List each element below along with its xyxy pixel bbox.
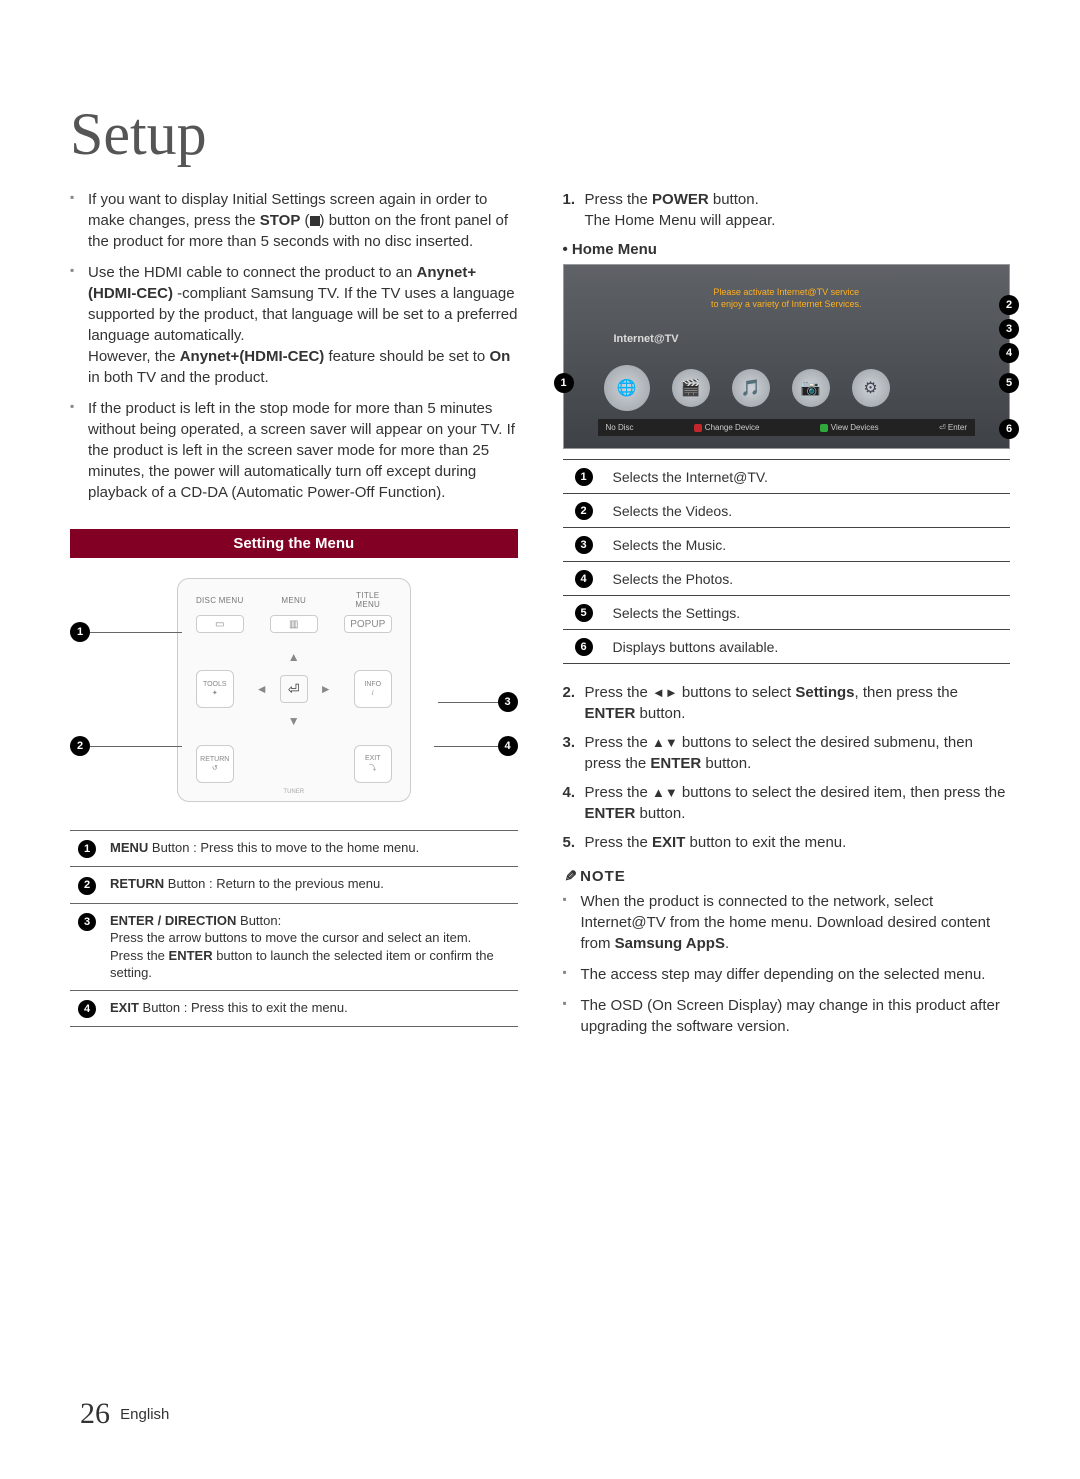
step-3: 3. Press the ▲▼ buttons to select the de… [563,732,1011,774]
img-callout-6: 6 [999,419,1019,439]
home-legend-table: 1Selects the Internet@TV. 2Selects the V… [563,459,1011,664]
table-row: 4Selects the Photos. [563,562,1011,596]
steps-list: 1. Press the POWER button. The Home Menu… [563,189,1011,231]
step-4: 4. Press the ▲▼ buttons to select the de… [563,782,1011,824]
img-callout-4: 4 [999,343,1019,363]
info-button: INFOi [354,670,392,708]
arrow-up-icon: ▲ [282,645,306,669]
right-column: 1. Press the POWER button. The Home Menu… [563,189,1011,1047]
enter-icon: ⏎ [939,423,948,432]
bullet-3: If the product is left in the stop mode … [70,398,518,503]
callout-3: 3 [498,692,518,712]
arrow-right-icon: ► [314,677,338,701]
table-row: 5Selects the Settings. [563,596,1011,630]
home-icons-row: 🌐 🎬 🎵 📷 ⚙ [604,365,970,411]
arrow-left-icon: ◄ [250,677,274,701]
table-row: 4 EXIT Button : Press this to exit the m… [70,991,518,1027]
step-5: 5. Press the EXIT button to exit the men… [563,832,1011,853]
step-1: 1. Press the POWER button. The Home Menu… [563,189,1011,231]
activation-message: Please activate Internet@TV service to e… [670,287,902,310]
menu-button: ▥ [270,615,318,633]
tools-button: TOOLS✦ [196,670,234,708]
note-heading: NOTE [563,867,1011,885]
table-row: 3Selects the Music. [563,528,1011,562]
title-menu-button: POPUP [344,615,392,633]
internet-tv-label: Internet@TV [614,333,679,345]
note-3: The OSD (On Screen Display) may change i… [563,995,1011,1037]
section-heading: Setting the Menu [70,529,518,558]
table-row: 2Selects the Videos. [563,494,1011,528]
img-callout-3: 3 [999,319,1019,339]
img-callout-5: 5 [999,373,1019,393]
callout-2: 2 [70,736,90,756]
steps-list-2: 2. Press the ◄► buttons to select Settin… [563,682,1011,853]
home-menu-screenshot: Please activate Internet@TV service to e… [563,264,1011,449]
table-row: 6Displays buttons available. [563,630,1011,664]
page: Setup If you want to display Initial Set… [0,0,1080,1479]
videos-icon: 🎬 [672,369,710,407]
page-footer: 26 English [80,1397,169,1431]
remote-body: DISC MENU MENU TITLE MENU ▭ ▥ POPUP TOOL… [177,578,411,802]
img-callout-1: 1 [554,373,574,393]
note-bullets: When the product is connected to the net… [563,891,1011,1037]
internet-tv-icon: 🌐 [604,365,650,411]
content-columns: If you want to display Initial Settings … [70,189,1010,1047]
note-1: When the product is connected to the net… [563,891,1011,954]
settings-icon: ⚙ [852,369,890,407]
disc-menu-button: ▭ [196,615,244,633]
bullet-1: If you want to display Initial Settings … [70,189,518,252]
table-row: 3 ENTER / DIRECTION Button: Press the ar… [70,903,518,990]
table-row: 1Selects the Internet@TV. [563,460,1011,494]
home-bottom-bar: No Disc Change Device View Devices ⏎ Ent… [598,419,976,436]
arrow-down-icon: ▼ [282,709,306,733]
callout-4: 4 [498,736,518,756]
photos-icon: 📷 [792,369,830,407]
dpad: ▲ ▼ ◄ ► ⏎ [244,639,344,739]
remote-diagram: 1 3 2 4 DISC MENU MENU TITLE MENU ▭ ▥ [70,558,518,812]
red-button-icon [694,424,702,432]
table-row: 1 MENU Button : Press this to move to th… [70,831,518,867]
intro-bullets: If you want to display Initial Settings … [70,189,518,503]
stop-icon [310,216,320,226]
callout-1: 1 [70,622,90,642]
img-callout-2: 2 [999,295,1019,315]
home-menu-heading: • Home Menu [563,241,1011,258]
step-2: 2. Press the ◄► buttons to select Settin… [563,682,1011,724]
table-row: 2 RETURN Button : Return to the previous… [70,867,518,903]
return-button: RETURN↺ [196,745,234,783]
bullet-2: Use the HDMI cable to connect the produc… [70,262,518,388]
music-icon: 🎵 [732,369,770,407]
exit-button: EXIT⤵ [354,745,392,783]
page-number: 26 [80,1397,110,1430]
left-column: If you want to display Initial Settings … [70,189,518,1047]
remote-legend-table: 1 MENU Button : Press this to move to th… [70,830,518,1027]
page-title: Setup [70,100,1010,169]
note-2: The access step may differ depending on … [563,964,1011,985]
enter-button: ⏎ [280,675,308,703]
page-language: English [120,1406,169,1423]
green-button-icon [820,424,828,432]
